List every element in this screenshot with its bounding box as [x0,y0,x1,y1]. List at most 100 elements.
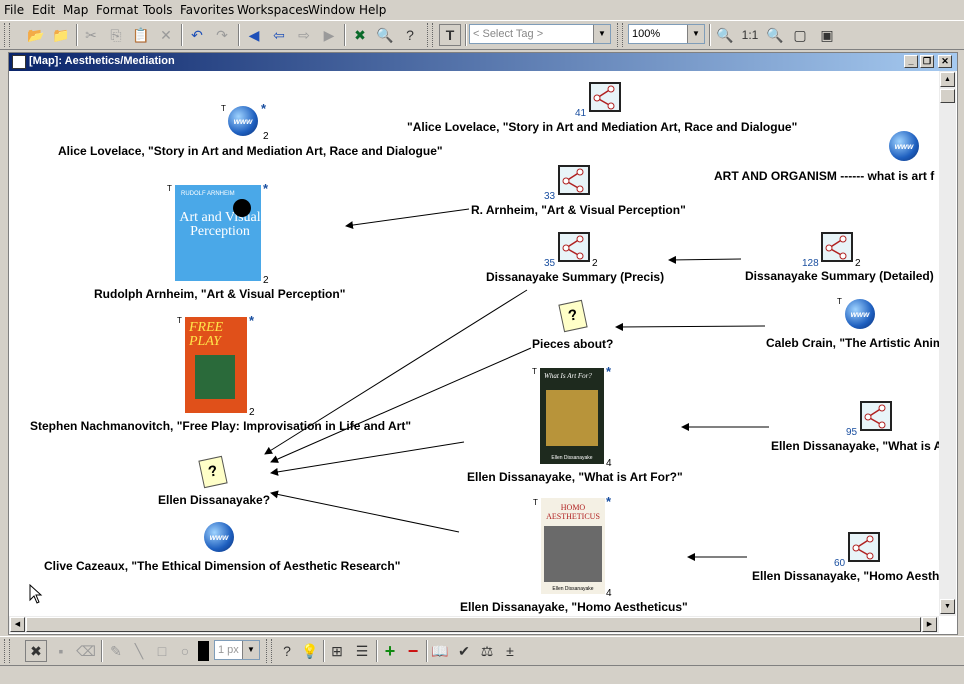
focus-icon[interactable]: ▣ [816,24,838,46]
map-canvas[interactable]: T www * 2 Alice Lovelace, "Story in Art … [9,71,939,616]
link-arrow[interactable] [270,347,532,463]
scroll-thumb[interactable] [940,89,955,103]
menu-map[interactable]: Map [63,3,88,17]
agree-icon[interactable]: ✔ [453,640,475,662]
save-draw-icon[interactable]: ▪ [50,640,72,662]
reference-book-icon[interactable]: 📖 [429,640,451,662]
toolbar-grip[interactable] [427,23,433,47]
link-arrow[interactable] [345,208,470,230]
minimize-button[interactable]: _ [904,55,918,68]
delete-icon[interactable]: ✕ [155,24,177,46]
line-width-select[interactable]: 1 px ▼ [214,640,260,660]
color-swatch[interactable] [198,641,209,661]
node-free-play[interactable]: Stephen Nachmanovitch, "Free Play: Impro… [30,419,411,433]
menu-edit[interactable]: Edit [32,3,55,17]
submap-icon[interactable] [848,532,880,562]
web-globe-icon[interactable]: www [228,106,258,136]
web-globe-icon[interactable]: www [845,299,875,329]
pencil-icon[interactable]: ✎ [105,640,127,662]
menu-help[interactable]: Help [359,3,386,17]
forward-arrow-icon[interactable]: ⇨ [293,24,315,46]
help-search-icon[interactable]: ? [399,24,421,46]
map-window-titlebar[interactable]: [Map]: Aesthetics/Mediation _ ❐ ✕ [9,53,957,71]
zoom-actual-button[interactable]: 1:1 [739,24,761,46]
book-cover-freeplay[interactable]: FREE PLAY [185,317,247,413]
node-clive-cazeaux[interactable]: Clive Cazeaux, "The Ethical Dimension of… [44,559,400,573]
scroll-up-button[interactable]: ▲ [940,72,955,87]
book-cover-arnheim[interactable]: RUDOLF ARNHEIM Art and Visual Perception [175,185,261,281]
scroll-left-button[interactable]: ◀ [10,617,25,632]
chevron-down-icon[interactable]: ▼ [687,25,704,43]
toolbar-grip[interactable] [4,639,10,663]
node-art-and-organism[interactable]: ART AND ORGANISM ------ what is art f [714,169,934,183]
zoom-in-icon[interactable]: 🔍 [764,24,786,46]
link-arrow[interactable] [668,255,742,264]
map-network-icon[interactable]: ✖ [349,24,371,46]
node-pieces-about[interactable]: Pieces about? [532,337,613,351]
node-caleb-crain[interactable]: Caleb Crain, "The Artistic Anim [766,336,939,350]
submap-icon[interactable] [558,232,590,262]
zoom-out-icon[interactable]: 🔍 [714,24,736,46]
book-cover-what-is-art-for[interactable]: What Is Art For? Ellen Dissanayake [540,368,604,464]
paste-icon[interactable]: 📋 [130,24,152,46]
web-globe-icon[interactable]: www [889,131,919,161]
node-ellen-dissanayake-question[interactable]: Ellen Dissanayake? [158,493,270,507]
copy-icon[interactable]: ⎘ [105,24,127,46]
tag-select[interactable]: < Select Tag > ▼ [469,24,611,44]
node-alice-lovelace[interactable]: Alice Lovelace, "Story in Art and Mediat… [58,144,443,158]
rectangle-tool-icon[interactable]: □ [151,640,173,662]
toolbar-grip[interactable] [4,23,10,47]
node-arnheim-map[interactable]: R. Arnheim, "Art & Visual Perception" [471,203,686,217]
search-text-icon[interactable]: 🔍 [374,24,396,46]
decision-gavel-icon[interactable]: ⚖ [476,640,498,662]
node-alice-lovelace-map[interactable]: "Alice Lovelace, "Story in Art and Media… [407,120,797,134]
node-what-is-art-for[interactable]: Ellen Dissanayake, "What is Art For?" [467,470,683,484]
menu-workspaces[interactable]: Workspaces [237,3,309,17]
link-arrow[interactable] [615,322,766,331]
link-arrow[interactable] [270,490,460,533]
text-tool-icon[interactable]: T [439,24,461,46]
node-homo-aestheticus-map[interactable]: Ellen Dissanayake, "Homo Aesthe [752,569,939,583]
menu-favorites[interactable]: Favorites [180,3,234,17]
submap-icon[interactable] [821,232,853,262]
node-homo-aestheticus[interactable]: Ellen Dissanayake, "Homo Aestheticus" [460,600,688,614]
scroll-down-button[interactable]: ▼ [940,599,955,614]
back-arrow-icon[interactable]: ⇦ [268,24,290,46]
question-node-icon[interactable]: ? [276,640,298,662]
toolbar-grip[interactable] [617,23,623,47]
link-arrow[interactable] [270,441,465,476]
close-button[interactable]: ✕ [938,55,952,68]
map-node-icon[interactable]: ⊞ [326,640,348,662]
node-dissanayake-detailed[interactable]: Dissanayake Summary (Detailed) [745,269,934,283]
submap-icon[interactable] [589,82,621,112]
submap-icon[interactable] [860,401,892,431]
menu-tools[interactable]: Tools [143,3,173,17]
book-cover-homo-aestheticus[interactable]: HOMO AESTHETICUS Ellen Dissanayake [541,498,605,594]
restore-button[interactable]: ❐ [920,55,934,68]
node-what-is-art-map[interactable]: Ellen Dissanayake, "What is A [771,439,939,453]
save-folder-icon[interactable]: 📁 [50,24,72,46]
zoom-select[interactable]: 100% ▼ [628,24,705,44]
back-icon[interactable]: ◀ [243,24,265,46]
forward-icon[interactable]: ▶ [318,24,340,46]
horizontal-scrollbar[interactable]: ◀ ▶ [9,616,939,633]
fit-page-icon[interactable]: ▢ [789,24,811,46]
chevron-down-icon[interactable]: ▼ [242,641,259,659]
undo-icon[interactable]: ↶ [186,24,208,46]
node-arnheim-book[interactable]: Rudolph Arnheim, "Art & Visual Perceptio… [94,287,345,301]
remove-icon[interactable]: − [402,640,424,662]
node-dissanayake-precis[interactable]: Dissanayake Summary (Precis) [486,270,664,284]
menu-file[interactable]: File [4,3,24,17]
toolbar-grip[interactable] [266,639,272,663]
menu-window[interactable]: Window [308,3,355,17]
list-node-icon[interactable]: ☰ [351,640,373,662]
cut-icon[interactable]: ✂ [80,24,102,46]
vertical-scrollbar[interactable]: ▲ ▼ [939,71,956,616]
line-tool-icon[interactable]: ╲ [128,640,150,662]
menu-format[interactable]: Format [96,3,138,17]
submap-icon[interactable] [558,165,590,195]
argument-icon[interactable]: ± [499,640,521,662]
chevron-down-icon[interactable]: ▼ [593,25,610,43]
web-globe-icon[interactable]: www [204,522,234,552]
open-folder-icon[interactable]: 📂 [25,24,47,46]
